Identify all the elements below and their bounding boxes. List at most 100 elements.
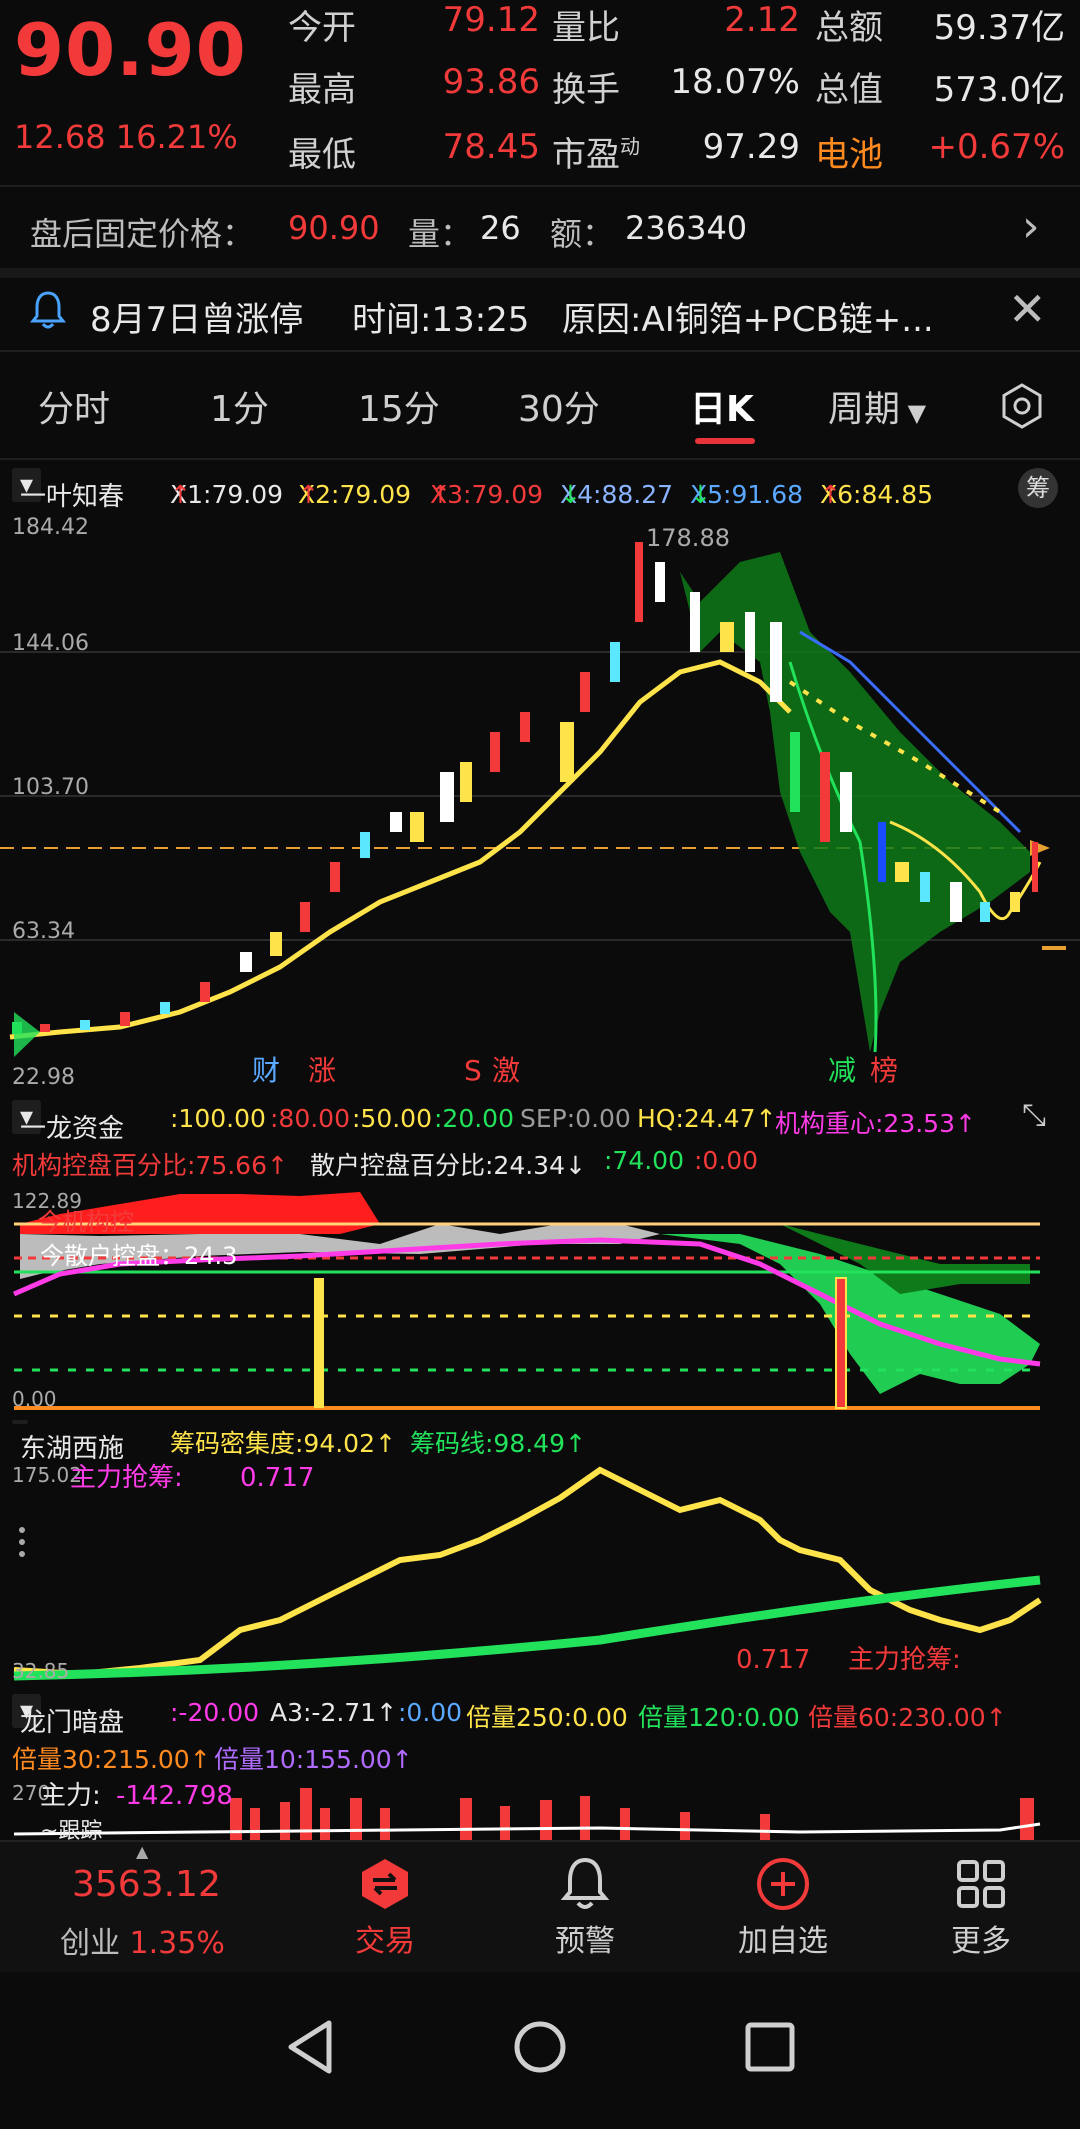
- limit-up-notice[interactable]: 8月7日曾涨停 时间:13:25 原因:AI铜箔+PCB链+... ✕: [0, 278, 1080, 348]
- fund-val: :0.00: [694, 1146, 759, 1175]
- tab-period[interactable]: 周期 ▼: [828, 380, 926, 432]
- nav-add-watchlist[interactable]: 加自选: [723, 1852, 843, 1960]
- fund-val: :100.00: [170, 1104, 266, 1133]
- fund-indicator-bar: 一龙资金 ▾ :100.00 :80.00 :50.00 :20.00 SEP:…: [0, 1096, 1080, 1144]
- system-nav-bar: [0, 1975, 1080, 2129]
- fund-chart[interactable]: 122.89 0.00 今机构控 今散户控盘：24.3: [0, 1184, 1080, 1416]
- chevron-right-icon[interactable]: ›: [1022, 201, 1040, 252]
- close-icon[interactable]: ✕: [1008, 282, 1047, 336]
- chip-density: 筹码密集度:94.02↑: [170, 1429, 396, 1458]
- quote-label-volratio: 量比: [552, 8, 620, 48]
- tab-1min[interactable]: 1分: [210, 380, 269, 432]
- recents-icon[interactable]: [744, 2021, 796, 2077]
- add-icon: [723, 1852, 843, 1916]
- y-label-bottom: 22.98: [12, 1065, 75, 1090]
- dragon-a3: A3:-2.71↑: [270, 1698, 398, 1727]
- main-grab-value-bottom: 0.717: [736, 1645, 810, 1675]
- divider: [0, 350, 1080, 352]
- bottom-nav: ▲ 3563.12 创业 1.35% 交易 预警 加自选 更多: [0, 1840, 1080, 1972]
- y-label-bottom: 32.85: [12, 1659, 69, 1683]
- settings-icon[interactable]: [998, 382, 1046, 434]
- after-hours-amt-label: 额：: [550, 215, 615, 253]
- kline-chart[interactable]: 184.42 144.06 103.70 63.34 22.98 178.88 …: [0, 512, 1080, 1092]
- expand-icon[interactable]: ⤡: [1022, 1098, 1046, 1133]
- fund-val: :74.00: [604, 1146, 684, 1175]
- dragon-white-line: [13, 1822, 1041, 1836]
- after-hours-price: 90.90: [288, 209, 380, 247]
- y-label-bottom: 0.00: [12, 1387, 57, 1411]
- quote-value-sector: +0.67%: [928, 127, 1066, 167]
- quote-value-turnover: 18.07%: [670, 62, 800, 102]
- kline-indicator-selector[interactable]: 一叶知春 ▾: [12, 468, 124, 512]
- bell-icon: [525, 1852, 645, 1916]
- notice-text: 8月7日曾涨停: [90, 300, 304, 340]
- quote-value-mktcap: 573.0亿: [933, 70, 1065, 110]
- inst-control: 机构控盘百分比:75.66↑: [12, 1151, 288, 1180]
- tab-30min[interactable]: 30分: [518, 380, 600, 432]
- active-tab-indicator: [695, 438, 755, 444]
- exchange-icon: [325, 1852, 445, 1916]
- quote-label-mktcap: 总值: [815, 70, 883, 110]
- caret-down-icon: ▼: [900, 399, 927, 427]
- drag-handle-icon[interactable]: [19, 1527, 25, 1557]
- dragon-250: 倍量250:0.00: [466, 1703, 628, 1732]
- inst-overlay: 今机构控: [38, 1208, 134, 1236]
- after-hours-vol: 26: [480, 209, 521, 247]
- chip-indicator-bar: 东湖西施 筹码密集度:94.02↑ 筹码线:98.49↑: [0, 1416, 1080, 1464]
- dragon-30: 倍量30:215.00↑: [12, 1745, 211, 1774]
- divider: [0, 185, 1080, 187]
- back-icon[interactable]: [285, 2019, 335, 2079]
- fund-sep: SEP:0.00: [520, 1104, 631, 1133]
- fund-indicator-bar-2: 机构控盘百分比:75.66↑ 散户控盘百分比:24.34↓ :74.00 :0.…: [0, 1138, 1080, 1184]
- fund-center: 机构重心:23.53↑: [775, 1109, 976, 1138]
- chip-chart[interactable]: 175.02 32.85 主力抢筹: 0.717 0.717 主力抢筹:: [0, 1460, 1080, 1688]
- dragon-chart[interactable]: 270 主力: -142.798 ~跟踪: [0, 1778, 1080, 1840]
- marker-sell[interactable]: S: [464, 1054, 482, 1087]
- quote-label-amount: 总额: [815, 8, 883, 48]
- main-force-label: 主力:: [40, 1781, 101, 1811]
- retail-overlay: 今散户控盘：24.3: [40, 1242, 237, 1270]
- chip-distribution-button[interactable]: 筹: [1018, 468, 1058, 508]
- quote-label-open: 今开: [288, 8, 356, 48]
- nav-more[interactable]: 更多: [921, 1852, 1041, 1960]
- track-label: ~跟踪: [40, 1819, 102, 1840]
- nav-trade[interactable]: 交易: [325, 1852, 445, 1960]
- kline-indicator-bar: 一叶知春 ▾ X1:79.09 ↑ X2:79.09 ↑ X3:79.09 ↑ X4:…: [0, 464, 1080, 512]
- change-amount: 12.68: [14, 118, 106, 156]
- marker-active[interactable]: 激: [492, 1054, 520, 1087]
- quote-value-amount: 59.37亿: [933, 8, 1065, 48]
- chip-indicator-selector[interactable]: 东湖西施: [12, 1420, 124, 1464]
- marker-limit-up[interactable]: 涨: [308, 1054, 336, 1087]
- marker-list[interactable]: 榜: [870, 1054, 898, 1087]
- index-value[interactable]: 3563.12: [72, 1864, 221, 1905]
- quote-value-open: 79.12: [442, 0, 540, 40]
- dragon-indicator-selector[interactable]: 龙门暗盘 ▾: [12, 1694, 124, 1738]
- dragon-val: :0.00: [398, 1698, 463, 1727]
- divider: [0, 458, 1080, 460]
- red-bar: [835, 1277, 847, 1409]
- fund-val: :50.00: [352, 1104, 432, 1133]
- quote-label-pe: 市盈动: [552, 134, 640, 175]
- yellow-bar: [314, 1278, 324, 1408]
- home-icon[interactable]: [512, 2019, 568, 2079]
- nav-alert[interactable]: 预警: [525, 1852, 645, 1960]
- quote-label-sector[interactable]: 电池: [815, 127, 883, 176]
- tab-15min[interactable]: 15分: [358, 380, 440, 432]
- after-hours-amt: 236340: [625, 209, 748, 247]
- index-info[interactable]: 创业 1.35%: [60, 1918, 225, 1962]
- dragon-val: :-20.00: [170, 1698, 260, 1727]
- grid-icon: [921, 1852, 1041, 1916]
- quote-value-pe: 97.29: [702, 127, 800, 167]
- dragon-10: 倍量10:155.00↑: [214, 1745, 413, 1774]
- tab-intraday[interactable]: 分时: [38, 380, 110, 432]
- tab-daily-k[interactable]: 日K: [690, 380, 754, 432]
- after-hours-row[interactable]: 盘后固定价格： 90.90 量： 26 额： 236340 ›: [0, 195, 1080, 265]
- marker-finance[interactable]: 财: [252, 1054, 280, 1087]
- fund-val: :20.00: [434, 1104, 514, 1133]
- quote-label-low: 最低: [288, 135, 356, 175]
- fund-indicator-selector[interactable]: 一龙资金 ▾: [12, 1100, 124, 1144]
- y-label-top: 184.42: [12, 515, 89, 540]
- divider: [0, 268, 1080, 278]
- marker-reduce[interactable]: 减: [828, 1054, 856, 1087]
- after-hours-vol-label: 量：: [408, 215, 473, 253]
